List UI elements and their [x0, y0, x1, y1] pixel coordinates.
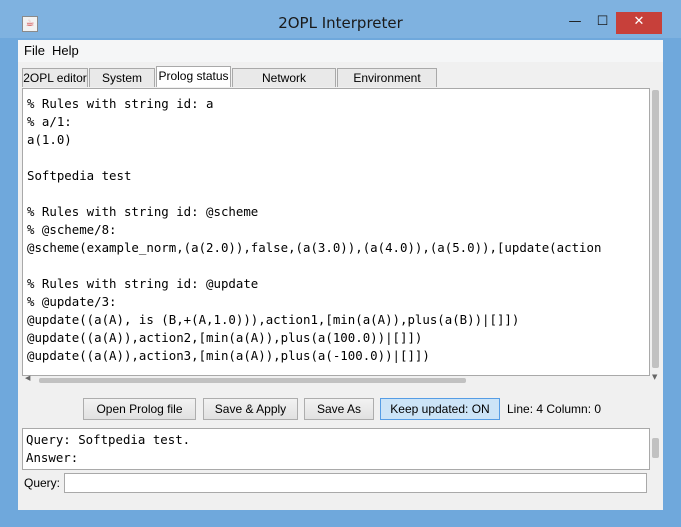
code-line: % Rules with string id: @update — [27, 276, 259, 291]
code-line: @update((a(A)),action2,[min(a(A)),plus(a… — [27, 330, 423, 345]
maximize-button[interactable]: ☐ — [589, 12, 616, 34]
code-line: @update((a(A)),action3,[min(a(A)),plus(a… — [27, 348, 430, 363]
code-line: a(1.0) — [27, 132, 72, 147]
app-window: ☕ 2OPL Interpreter — ☐ ✕ File Help 2OPL … — [0, 0, 681, 527]
scroll-left-arrow-icon[interactable]: ◀ — [25, 374, 30, 382]
code-line: % Rules with string id: a — [27, 96, 214, 111]
code-line: @scheme(example_norm,(a(2.0)),false,(a(3… — [27, 240, 602, 255]
code-line: Softpedia test — [27, 168, 132, 183]
query-scroll-thumb[interactable] — [652, 438, 659, 458]
close-button[interactable]: ✕ — [616, 12, 662, 34]
button-bar: Open Prolog file Save & Apply Save As Ke… — [22, 396, 659, 420]
tab-2opl-editor[interactable]: 2OPL editor — [22, 68, 88, 87]
horizontal-scroll-thumb[interactable] — [39, 378, 466, 383]
tab-prolog-status[interactable]: Prolog status — [156, 66, 231, 87]
menu-bar: File Help — [18, 40, 663, 62]
code-line: % Rules with string id: @scheme — [27, 204, 259, 219]
query-output-scrollbar[interactable] — [650, 428, 660, 470]
minimize-button[interactable]: — — [561, 12, 589, 34]
keep-updated-toggle[interactable]: Keep updated: ON — [380, 398, 500, 420]
query-input[interactable] — [64, 473, 647, 493]
query-label: Query: — [24, 476, 61, 490]
menu-help[interactable]: Help — [52, 43, 79, 58]
menu-file[interactable]: File — [24, 43, 45, 58]
code-area[interactable]: % Rules with string id: a % a/1: a(1.0) So… — [27, 95, 601, 365]
query-bar: Query: — [22, 473, 659, 495]
vertical-scrollbar[interactable]: ▼ — [650, 88, 660, 384]
code-line: % @update/3: — [27, 294, 117, 309]
cursor-status: Line: 4 Column: 0 — [507, 402, 602, 416]
prolog-status-editor[interactable]: % Rules with string id: a % a/1: a(1.0) So… — [22, 88, 650, 376]
answer-line: Answer: — [26, 450, 79, 465]
scroll-down-arrow-icon[interactable]: ▼ — [652, 373, 657, 381]
horizontal-scrollbar[interactable]: ◀ — [22, 374, 650, 385]
query-echo: Query: Softpedia test. — [26, 432, 191, 447]
save-apply-button[interactable]: Save & Apply — [203, 398, 298, 420]
tab-environment-model[interactable]: Environment model — [337, 68, 437, 103]
save-as-button[interactable]: Save As — [304, 398, 374, 420]
title-bar[interactable]: ☕ 2OPL Interpreter — ☐ ✕ — [0, 0, 681, 38]
tab-network-connection[interactable]: Network connection — [232, 68, 336, 103]
vertical-scroll-thumb[interactable] — [652, 90, 659, 368]
code-line: % @scheme/8: — [27, 222, 117, 237]
tab-strip: 2OPL editor System logs Prolog status Ne… — [22, 66, 659, 103]
code-line: @update((a(A), is (B,+(A,1.0))),action1,… — [27, 312, 520, 327]
code-line: % a/1: — [27, 114, 72, 129]
client-area: File Help 2OPL editor System logs Prolog… — [18, 40, 663, 510]
open-prolog-file-button[interactable]: Open Prolog file — [83, 398, 196, 420]
tab-system-logs[interactable]: System logs — [89, 68, 155, 103]
query-output: Query: Softpedia test. Answer: — [22, 428, 650, 470]
